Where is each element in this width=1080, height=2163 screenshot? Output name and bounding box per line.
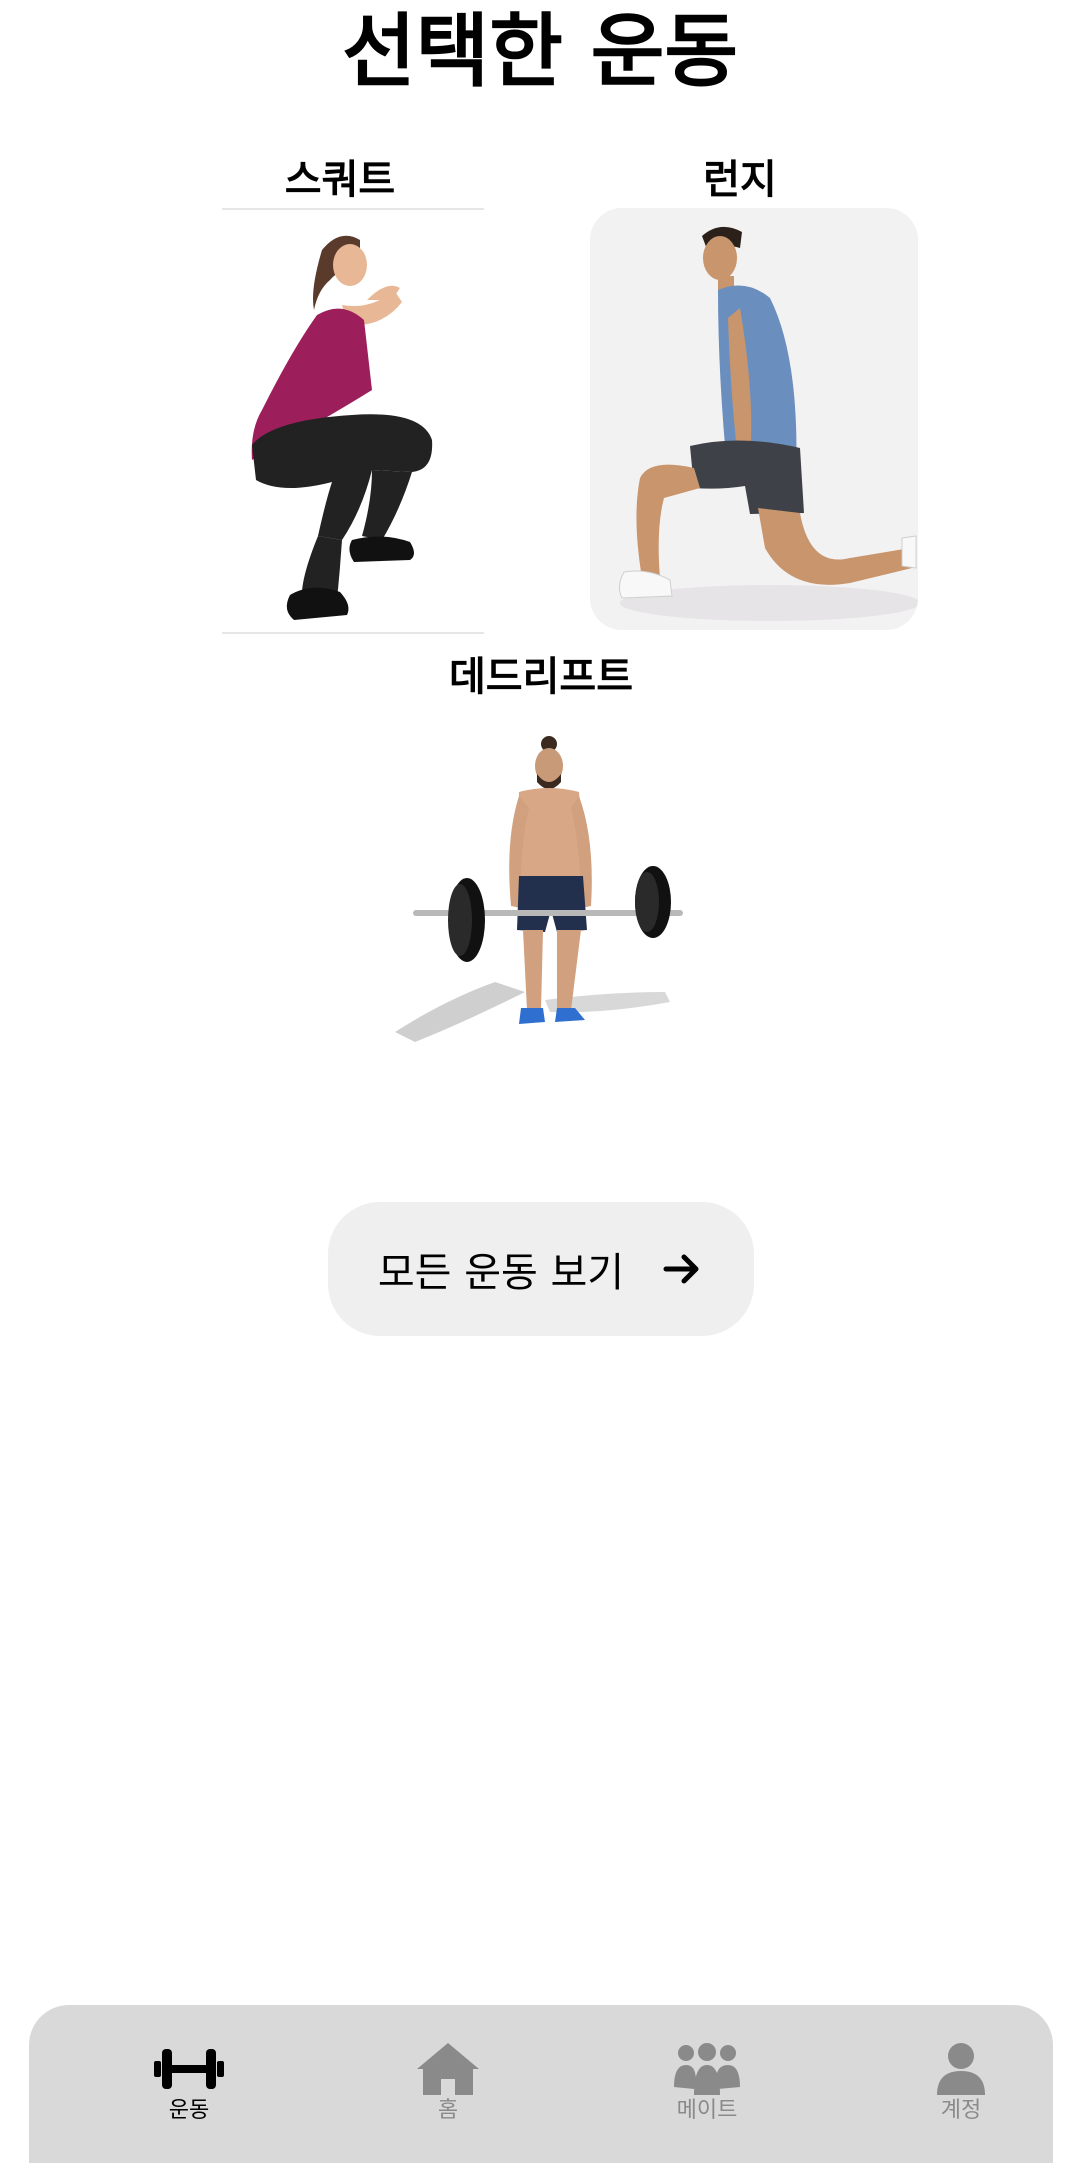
view-all-exercises-button[interactable]: 모든 운동 보기 <box>328 1202 754 1336</box>
tab-home-label: 홈 <box>437 2098 459 2123</box>
selected-exercises-screen: 선택한 운동 스쿼트 런지 데드리프트 모든 운동 보기 운동 홈 메이트 계정 <box>0 0 1080 2163</box>
tab-mate-label: 메이트 <box>676 2098 738 2123</box>
lunge-photo <box>590 208 918 630</box>
tab-exercise[interactable]: 운동 <box>119 2043 259 2133</box>
tab-exercise-label: 운동 <box>168 2098 210 2123</box>
tab-account[interactable]: 계정 <box>891 2043 1031 2133</box>
home-icon <box>417 2043 479 2095</box>
arrow-right-icon <box>663 1254 699 1284</box>
exercise-image-squat[interactable] <box>222 208 484 634</box>
tab-mate[interactable]: 메이트 <box>637 2043 777 2133</box>
view-all-label: 모든 운동 보기 <box>377 1250 625 1296</box>
exercise-image-lunge[interactable] <box>590 208 918 630</box>
tab-home[interactable]: 홈 <box>378 2043 518 2133</box>
tab-account-label: 계정 <box>940 2098 982 2123</box>
squat-photo <box>222 210 484 632</box>
exercise-label-squat: 스쿼트 <box>284 157 396 203</box>
bottom-tab-bar: 운동 홈 메이트 계정 <box>29 2005 1053 2163</box>
exercise-label-lunge: 런지 <box>703 157 777 203</box>
dumbbell-icon <box>154 2049 224 2089</box>
deadlift-photo <box>385 730 695 1060</box>
group-icon <box>674 2043 740 2095</box>
exercise-image-deadlift[interactable] <box>385 730 695 1060</box>
person-icon <box>937 2043 985 2095</box>
page-title: 선택한 운동 <box>342 5 738 98</box>
exercise-label-deadlift: 데드리프트 <box>449 654 633 700</box>
